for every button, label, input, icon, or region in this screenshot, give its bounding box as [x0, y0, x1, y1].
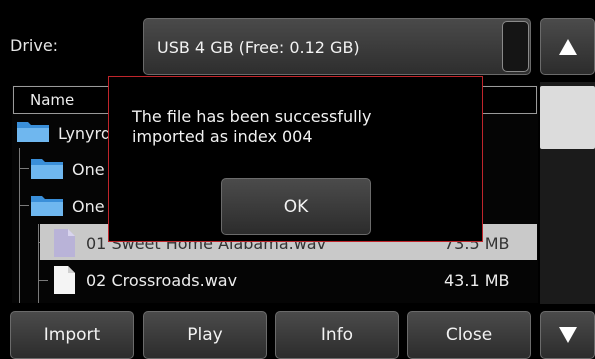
scroll-up-button[interactable] — [540, 18, 595, 75]
list-item-label: One — [72, 197, 105, 216]
drive-select-handle[interactable] — [502, 21, 529, 72]
triangle-up-icon — [558, 38, 577, 55]
scrollbar-thumb[interactable] — [540, 86, 595, 149]
tree-line — [19, 148, 20, 303]
import-button[interactable]: Import — [10, 311, 134, 359]
tree-line — [38, 224, 39, 303]
tree-line — [19, 205, 29, 206]
folder-icon — [31, 159, 63, 179]
list-item-label: Lynyrd — [58, 124, 111, 143]
scroll-down-button[interactable] — [540, 311, 595, 359]
tree-line — [38, 280, 48, 281]
list-item-size: 43.1 MB — [444, 271, 510, 290]
list-item-label[interactable]: 02 Crossroads.wav — [86, 271, 237, 290]
list-item[interactable] — [30, 156, 64, 184]
column-name-header: Name — [30, 91, 75, 109]
list-item[interactable] — [30, 193, 64, 221]
list-item[interactable] — [16, 119, 50, 147]
triangle-down-icon — [558, 327, 577, 343]
drive-select-value: USB 4 GB (Free: 0.12 GB) — [157, 38, 360, 57]
ok-button[interactable]: OK — [221, 178, 371, 235]
close-button[interactable]: Close — [407, 311, 531, 359]
file-icon — [54, 229, 75, 257]
folder-icon — [31, 196, 63, 216]
info-button[interactable]: Info — [275, 311, 399, 359]
drive-select[interactable]: USB 4 GB (Free: 0.12 GB) — [143, 18, 531, 75]
list-item-label: One — [72, 160, 105, 179]
dialog-message: The file has been successfully imported … — [132, 107, 372, 146]
tree-line — [19, 168, 29, 169]
list-item-icon — [52, 228, 76, 262]
file-icon — [54, 266, 75, 294]
list-item-icon — [52, 265, 76, 299]
folder-icon — [17, 122, 49, 142]
play-button[interactable]: Play — [143, 311, 267, 359]
drive-label: Drive: — [10, 36, 59, 55]
